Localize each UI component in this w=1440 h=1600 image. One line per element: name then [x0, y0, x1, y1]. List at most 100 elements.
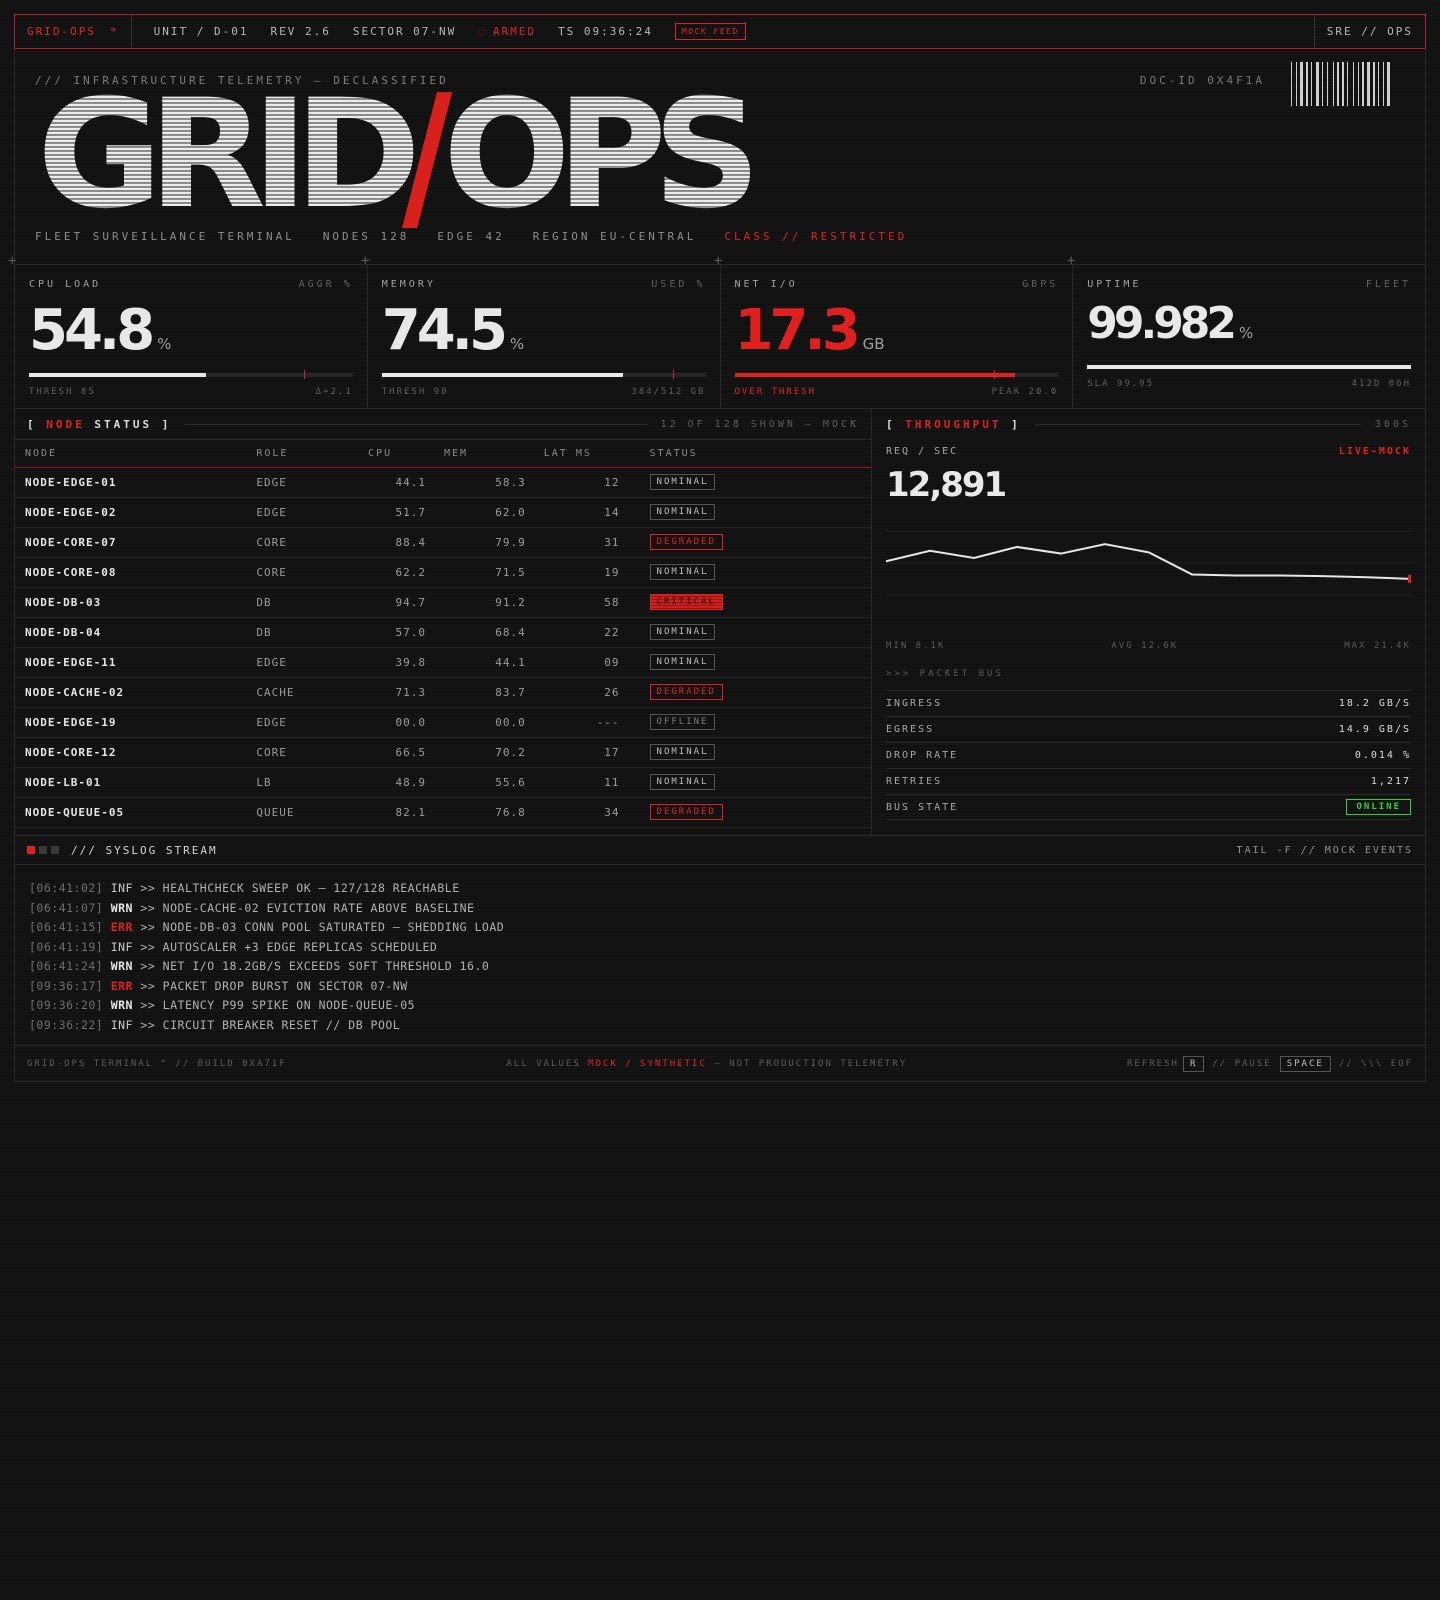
metric-foot-right: 384/512 GB: [631, 387, 706, 397]
log-level: INF: [110, 1017, 133, 1032]
metric-unit-label: USED %: [651, 279, 706, 290]
node-status-title: [ NODE STATUS ]: [27, 417, 172, 431]
node-name: NODE-EDGE-19: [15, 707, 247, 738]
node-name: NODE-LB-01: [15, 767, 247, 798]
table-row[interactable]: NODE-EDGE-01 EDGE 44.1 58.3 12 NOMINAL: [15, 467, 871, 498]
node-latency: 22: [533, 617, 640, 648]
node-table: NODE ROLE CPU MEM LAT MS STATUS NODE-EDGE-01 E…: [15, 440, 871, 828]
hero-title-left: GRID: [37, 88, 414, 228]
log-message: >> HEALTHCHECK SWEEP OK — 127/128 REACHA…: [140, 881, 460, 895]
status-badge: DEGRADED: [649, 534, 723, 550]
node-latency: 11: [533, 767, 640, 798]
table-row[interactable]: NODE-DB-03 DB 94.7 91.2 58 CRITICAL: [15, 587, 871, 618]
table-row[interactable]: NODE-CORE-12 CORE 66.5 70.2 17 NOMINAL: [15, 737, 871, 768]
table-row[interactable]: NODE-EDGE-19 EDGE 00.0 00.0 --- OFFLINE: [15, 707, 871, 738]
metric-number: 99.982: [1087, 298, 1237, 349]
metric-progress-fill: [734, 373, 1015, 377]
min-stat: MIN 8.1K: [886, 641, 946, 651]
log-message: >> LATENCY P99 SPIKE ON NODE-QUEUE-05: [140, 998, 416, 1012]
hero-kicker: /// INFRASTRUCTURE TELEMETRY — DECLASSIF…: [35, 74, 449, 87]
barcode-bar: [1387, 62, 1390, 106]
team-label: SRE // OPS: [1313, 15, 1425, 48]
log-line: [06:41:02] INF >> HEALTHCHECK SWEEP OK —…: [29, 881, 1411, 901]
column-header[interactable]: LAT MS: [533, 440, 640, 468]
column-header[interactable]: STATUS: [639, 440, 871, 468]
metric-card: UPTIME FLEET 99.982% SLA 99.95 412D 06H: [1073, 265, 1425, 408]
doc-id: DOC-ID 0X4F1A: [1139, 74, 1265, 87]
timestamp: TS 09:36:24: [558, 25, 653, 38]
footer: GRID-OPS TERMINAL ^ // BUILD 0XA71F ALL …: [14, 1046, 1426, 1082]
node-mem: 91.2: [433, 587, 534, 618]
log-level: INF: [110, 881, 133, 895]
log-level: WRN: [110, 998, 133, 1012]
column-header[interactable]: ROLE: [246, 440, 359, 468]
node-name: NODE-DB-04: [15, 617, 247, 648]
node-cpu: 00.0: [358, 707, 434, 738]
table-row[interactable]: NODE-LB-01 LB 48.9 55.6 11 NOMINAL: [15, 767, 871, 798]
table-row[interactable]: NODE-EDGE-11 EDGE 39.8 44.1 09 NOMINAL: [15, 647, 871, 678]
metric-unit: %: [509, 335, 525, 353]
eof-label: // \\\ EOF: [1338, 1058, 1413, 1069]
table-row[interactable]: NODE-EDGE-02 EDGE 51.7 62.0 14 NOMINAL: [15, 497, 871, 528]
metric-header: MEMORY USED %: [382, 279, 706, 290]
barcode-bar: [1383, 62, 1384, 106]
node-status-cell: NOMINAL: [639, 767, 871, 798]
brand-star-icon: *: [109, 25, 119, 38]
packet-bus-value: 18.2 GB/S: [1338, 698, 1411, 709]
column-header[interactable]: NODE: [15, 440, 247, 468]
unit-label: UNIT / D-01: [153, 25, 249, 38]
table-row[interactable]: NODE-CACHE-02 CACHE 71.3 83.7 26 DEGRADED: [15, 677, 871, 708]
node-mem: 71.5: [433, 557, 534, 588]
hero: /// INFRASTRUCTURE TELEMETRY — DECLASSIF…: [14, 48, 1426, 264]
node-name: NODE-CACHE-02: [15, 677, 247, 708]
pause-key[interactable]: SPACE: [1279, 1055, 1331, 1072]
metric-number: 74.5: [381, 298, 508, 363]
node-name: NODE-EDGE-11: [15, 647, 247, 678]
table-row[interactable]: NODE-CORE-07 CORE 88.4 79.9 31 DEGRADED: [15, 527, 871, 558]
metric-value: 54.8%: [29, 298, 353, 363]
node-status-cell: NOMINAL: [639, 617, 871, 648]
node-latency: 31: [533, 527, 640, 558]
table-row[interactable]: NODE-DB-04 DB 57.0 68.4 22 NOMINAL: [15, 617, 871, 648]
metric-progress-bar: [381, 370, 706, 379]
barcode-bar: [1342, 62, 1344, 106]
log-timestamp: [06:41:07]: [29, 900, 104, 915]
node-role: EDGE: [246, 707, 359, 738]
packet-bus-row: BUS STATE ONLINE: [886, 794, 1411, 820]
metric-footer: THRESH 85 Δ+2.1: [29, 387, 353, 397]
avg-stat: AVG 12.6K: [1111, 641, 1179, 651]
table-row[interactable]: NODE-QUEUE-05 QUEUE 82.1 76.8 34 DEGRADED: [15, 797, 871, 828]
metric-label: NET I/O: [734, 279, 798, 290]
column-header[interactable]: CPU: [358, 440, 434, 468]
node-role: EDGE: [246, 647, 359, 678]
node-mem: 83.7: [433, 677, 534, 708]
metric-progress-bar: [734, 370, 1059, 379]
metric-header: UPTIME FLEET: [1087, 279, 1411, 290]
node-status-meta: 12 OF 128 SHOWN — MOCK: [660, 418, 859, 430]
packet-bus-key: DROP RATE: [886, 750, 959, 761]
node-role: CORE: [246, 737, 359, 768]
divider: [1034, 424, 1361, 425]
refresh-key[interactable]: R: [1182, 1055, 1205, 1072]
refresh-label: REFRESH: [1127, 1058, 1179, 1069]
indicator-icon: [39, 846, 47, 854]
column-header[interactable]: MEM: [433, 440, 534, 468]
node-role: DB: [246, 617, 359, 648]
node-mem: 00.0: [433, 707, 534, 738]
node-name: NODE-CORE-07: [15, 527, 247, 558]
node-cpu: 71.3: [358, 677, 434, 708]
current-point-marker: [1408, 574, 1411, 583]
log-timestamp: [09:36:17]: [29, 978, 104, 993]
log-line: [06:41:07] WRN >> NODE-CACHE-02 EVICTION…: [29, 901, 1411, 921]
node-status-cell: DEGRADED: [639, 677, 871, 708]
metric-unit: %: [157, 335, 172, 353]
table-row[interactable]: NODE-CORE-08 CORE 62.2 71.5 19 NOMINAL: [15, 557, 871, 588]
node-role: CORE: [246, 557, 359, 588]
metric-foot-right: 412D 06H: [1351, 379, 1411, 389]
throughput-line: [886, 543, 1411, 580]
brand[interactable]: GRID-OPS *: [15, 15, 132, 48]
node-mem: 58.3: [433, 467, 534, 498]
threshold-marker: [993, 370, 995, 379]
barcode-bar: [1337, 62, 1339, 106]
node-latency: 19: [533, 557, 640, 588]
